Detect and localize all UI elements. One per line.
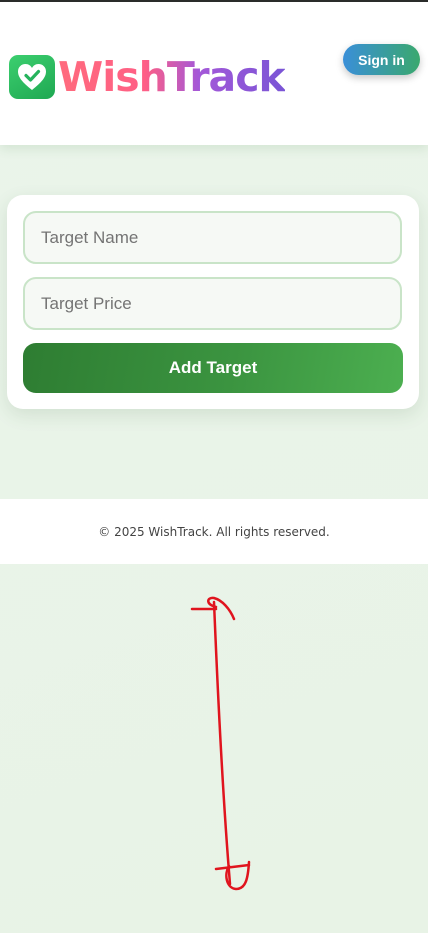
add-target-button[interactable]: Add Target	[23, 343, 403, 393]
site-footer: © 2025 WishTrack. All rights reserved.	[0, 499, 428, 564]
logo-text: WishTrack	[58, 53, 286, 101]
target-price-input[interactable]	[23, 277, 402, 330]
target-name-input[interactable]	[23, 211, 402, 264]
site-header: WishTrack Sign in	[0, 2, 428, 145]
add-target-card: Add Target	[7, 195, 419, 409]
heart-check-icon	[9, 55, 55, 99]
logo[interactable]: WishTrack	[9, 52, 286, 102]
copyright-text: © 2025 WishTrack. All rights reserved.	[98, 524, 330, 539]
sign-in-button[interactable]: Sign in	[343, 44, 420, 75]
